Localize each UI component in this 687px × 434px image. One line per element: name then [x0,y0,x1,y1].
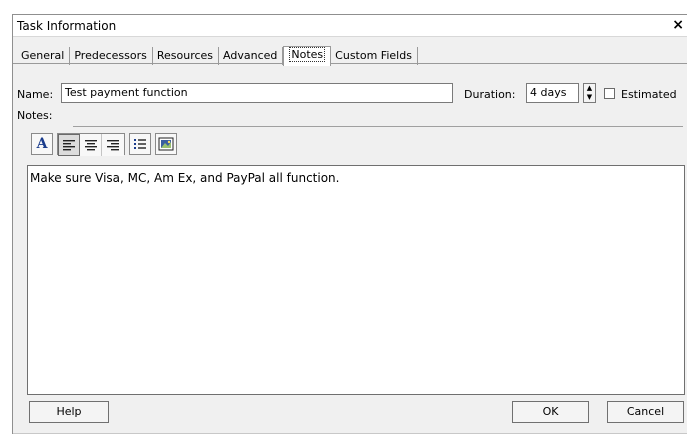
notes-toolbar: A [31,133,177,163]
align-left-icon [63,140,75,151]
font-button[interactable]: A [31,133,53,155]
name-input[interactable]: Test payment function [61,83,453,103]
estimated-checkbox[interactable] [604,88,615,99]
duration-input[interactable]: 4 days [526,83,579,103]
duration-spinner[interactable]: ▲ ▼ [583,83,596,103]
duration-label: Duration: [464,88,516,101]
notes-textarea[interactable]: Make sure Visa, MC, Am Ex, and PayPal al… [27,165,685,395]
bullet-list-button[interactable] [129,133,151,155]
dialog-title: Task Information [17,19,117,33]
tab-notes[interactable]: Notes [283,46,332,66]
tab-strip: General Predecessors Resources Advanced … [17,45,418,66]
spin-down-icon[interactable]: ▼ [584,93,595,102]
task-information-dialog: Task Information × General Predecessors … [12,14,687,434]
align-center-icon [84,140,97,151]
notes-label: Notes: [17,109,53,122]
alignment-group [57,133,125,156]
tab-panel-border [13,63,687,64]
notes-separator [73,126,683,127]
notes-text: Make sure Visa, MC, Am Ex, and PayPal al… [30,171,340,185]
close-button[interactable]: × [672,17,684,33]
help-button[interactable]: Help [29,401,109,423]
spin-up-icon[interactable]: ▲ [584,84,595,93]
cancel-button[interactable]: Cancel [607,401,684,423]
align-right-icon [107,140,119,151]
font-icon: A [36,136,48,152]
estimated-label: Estimated [621,88,677,101]
insert-object-icon [158,137,174,151]
title-bar: Task Information × [13,15,687,37]
align-right-button[interactable] [102,134,124,156]
insert-object-button[interactable] [155,133,177,155]
name-label: Name: [17,88,54,101]
bullet-list-icon [134,139,146,149]
ok-button[interactable]: OK [512,401,589,423]
align-center-button[interactable] [80,134,102,156]
align-left-button[interactable] [58,134,80,156]
